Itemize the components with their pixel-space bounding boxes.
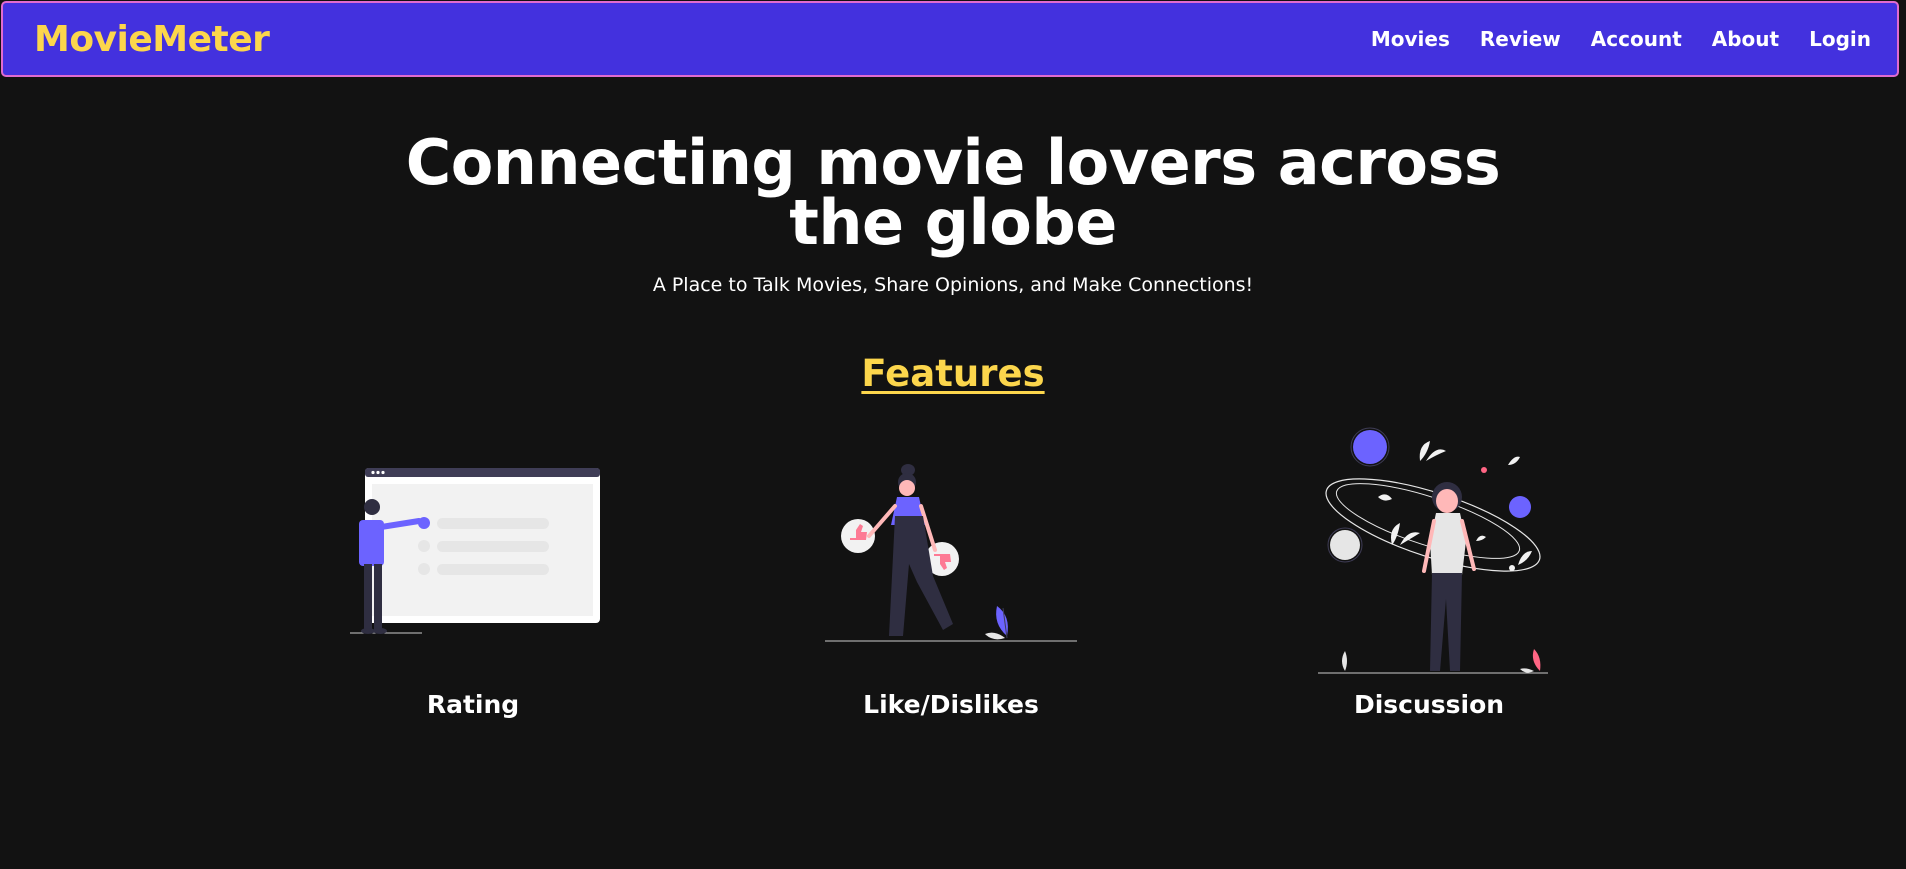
nav-link-review[interactable]: Review <box>1480 27 1561 51</box>
rating-illustration <box>350 468 600 634</box>
nav-link-movies[interactable]: Movies <box>1371 27 1450 51</box>
hero-subtitle: A Place to Talk Movies, Share Opinions, … <box>652 274 1254 296</box>
hero-title: Connecting movie lovers across the globe <box>405 126 1501 259</box>
nav-link-about[interactable]: About <box>1712 27 1779 51</box>
like-dislike-illustration <box>825 464 1077 642</box>
nav-links: Movies Review Account About Login <box>1371 27 1871 51</box>
feature-label-rating: Rating <box>426 690 520 719</box>
nav-link-account[interactable]: Account <box>1591 27 1682 51</box>
discussion-illustration <box>1318 427 1548 674</box>
features-heading: Features <box>861 352 1045 395</box>
nav-link-login[interactable]: Login <box>1809 27 1871 51</box>
feature-label-like-dislikes: Like/Dislikes <box>863 690 1039 719</box>
navbar: MovieMeter Movies Review Account About L… <box>1 1 1899 77</box>
feature-label-discussion: Discussion <box>1353 690 1505 719</box>
brand-logo[interactable]: MovieMeter <box>34 19 270 60</box>
